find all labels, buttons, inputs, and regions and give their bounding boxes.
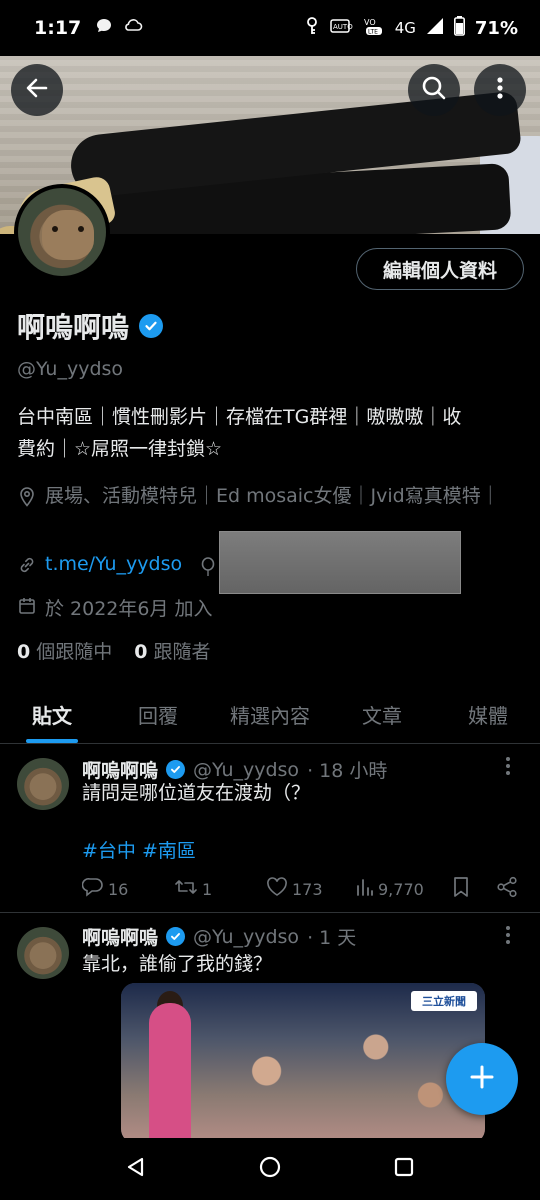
heart-icon xyxy=(266,877,288,901)
status-right: AUTO VO LTE 4G 71% xyxy=(305,16,518,40)
post-avatar[interactable] xyxy=(17,927,69,979)
profile-tabs: 貼文 回覆 精選內容 文章 媒體 xyxy=(0,686,540,744)
triangle-back-icon xyxy=(125,1157,147,1182)
calendar-icon xyxy=(17,597,37,615)
news-logo: 三立新聞 xyxy=(411,991,477,1011)
joined-text: 於 2022年6月 加入 xyxy=(45,598,213,620)
status-time: 1:17 xyxy=(34,17,82,39)
battery-icon xyxy=(453,16,465,40)
nav-back-button[interactable] xyxy=(125,1156,147,1182)
repost-icon xyxy=(174,877,198,901)
bookmark-icon xyxy=(452,876,470,902)
edit-profile-button[interactable]: 編輯個人資料 xyxy=(356,248,524,290)
tab-posts[interactable]: 貼文 xyxy=(0,686,104,743)
vpn-key-icon xyxy=(305,16,319,40)
compose-post-button[interactable] xyxy=(446,1043,518,1115)
views-button[interactable]: 9,770 xyxy=(354,877,452,901)
followers-count: 0 xyxy=(134,641,148,663)
search-button[interactable] xyxy=(408,64,460,116)
verified-badge-icon xyxy=(166,927,186,946)
following-label: 個跟隨中 xyxy=(36,641,113,663)
location-text: 展場、活動模特兒｜Ed mosaic女優｜Jvid寫真模特｜ xyxy=(45,485,500,507)
bio-line-1: 台中南區｜慣性刪影片｜存檔在TG群裡｜嗷嗷嗷｜收 xyxy=(17,406,462,428)
auto-icon: AUTO xyxy=(329,16,353,40)
post-media-image[interactable]: 三立新聞 xyxy=(121,983,485,1143)
following-count: 0 xyxy=(17,641,31,663)
redacted-area xyxy=(219,531,461,594)
location-pin-icon xyxy=(17,487,37,507)
battery-percent: 71% xyxy=(474,17,518,39)
profile-name: 啊嗚啊嗚 xyxy=(17,311,130,344)
post-time[interactable]: · 18 小時 xyxy=(307,756,387,783)
post-hashtags[interactable]: #台中 #南區 xyxy=(82,836,196,863)
views-chart-icon xyxy=(354,877,374,901)
post-text: 靠北，誰偷了我的錢？ xyxy=(82,953,273,975)
chat-bubble-icon xyxy=(95,17,113,39)
circle-home-icon xyxy=(258,1156,282,1183)
reply-count: 16 xyxy=(108,879,129,899)
post-author-handle[interactable]: @Yu_yydso xyxy=(193,926,299,948)
system-navigation-bar xyxy=(0,1138,540,1200)
profile-joined: 於 2022年6月 加入 xyxy=(17,594,213,621)
followers-label: 跟隨者 xyxy=(153,641,211,663)
nav-recents-button[interactable] xyxy=(393,1156,415,1182)
post-text: 請問是哪位道友在渡劫（？ xyxy=(82,782,311,804)
svg-text:AUTO: AUTO xyxy=(333,23,353,31)
profile-avatar[interactable] xyxy=(14,184,110,280)
share-icon xyxy=(496,876,518,902)
search-icon xyxy=(421,75,447,105)
repost-button[interactable]: 1 xyxy=(174,877,266,901)
bookmark-button[interactable] xyxy=(452,876,496,902)
like-button[interactable]: 173 xyxy=(266,877,354,901)
svg-text:VO: VO xyxy=(364,18,376,27)
status-bar: 1:17 AUTO VO LTE 4G 71% xyxy=(0,0,540,56)
tab-articles[interactable]: 文章 xyxy=(328,686,436,743)
following-stat[interactable]: 0 個跟隨中 xyxy=(17,637,112,664)
profile-location: 展場、活動模特兒｜Ed mosaic女優｜Jvid寫真模特｜ xyxy=(17,481,517,511)
verified-badge-icon[interactable] xyxy=(139,314,164,338)
post-item[interactable]: 啊嗚啊嗚 @Yu_yydso · 18 小時 請問是哪位道友在渡劫（？ #台中 … xyxy=(0,744,540,913)
profile-link[interactable]: t.me/Yu_yydso xyxy=(45,553,182,575)
arrow-left-icon xyxy=(24,75,50,105)
followers-stat[interactable]: 0 跟隨者 xyxy=(134,637,210,664)
cloud-icon xyxy=(123,17,143,39)
views-count: 9,770 xyxy=(378,879,424,899)
bio-line-2: 費約｜☆屌照一律封鎖☆ xyxy=(17,438,223,460)
post-actions: 16 1 173 9,770 xyxy=(81,876,522,902)
repost-count: 1 xyxy=(202,879,213,899)
birthday-balloon-icon xyxy=(200,557,216,581)
post-more-icon[interactable] xyxy=(505,925,511,950)
profile-bio: 台中南區｜慣性刪影片｜存檔在TG群裡｜嗷嗷嗷｜收 費約｜☆屌照一律封鎖☆ xyxy=(17,401,527,465)
tab-media[interactable]: 媒體 xyxy=(436,686,540,743)
profile-link-row: t.me/Yu_yydso xyxy=(17,553,182,575)
reply-button[interactable]: 16 xyxy=(81,877,174,901)
square-recents-icon xyxy=(393,1157,415,1182)
reply-icon xyxy=(81,877,104,901)
post-more-icon[interactable] xyxy=(505,756,511,781)
tab-highlights[interactable]: 精選內容 xyxy=(212,686,328,743)
post-avatar[interactable] xyxy=(17,758,69,810)
back-button[interactable] xyxy=(11,64,63,116)
verified-badge-icon xyxy=(166,760,186,779)
post-header: 啊嗚啊嗚 @Yu_yydso · 1 天 xyxy=(82,923,356,950)
nav-home-button[interactable] xyxy=(258,1155,282,1183)
follow-stats: 0 個跟隨中 0 跟隨者 xyxy=(17,637,211,664)
link-icon xyxy=(17,556,37,574)
post-time[interactable]: · 1 天 xyxy=(307,923,356,950)
more-vertical-icon xyxy=(496,76,504,104)
share-button[interactable] xyxy=(496,876,518,902)
post-author-name[interactable]: 啊嗚啊嗚 xyxy=(82,923,158,950)
signal-icon xyxy=(426,17,444,39)
profile-handle: @Yu_yydso xyxy=(17,358,124,380)
svg-text:LTE: LTE xyxy=(368,29,378,36)
volte-icon: VO LTE xyxy=(363,16,385,40)
plus-icon xyxy=(469,1064,495,1094)
more-options-button[interactable] xyxy=(474,64,526,116)
profile-name-row: 啊嗚啊嗚 xyxy=(17,306,164,346)
network-type: 4G xyxy=(394,19,416,37)
like-count: 173 xyxy=(292,879,323,899)
tab-replies[interactable]: 回覆 xyxy=(104,686,212,743)
